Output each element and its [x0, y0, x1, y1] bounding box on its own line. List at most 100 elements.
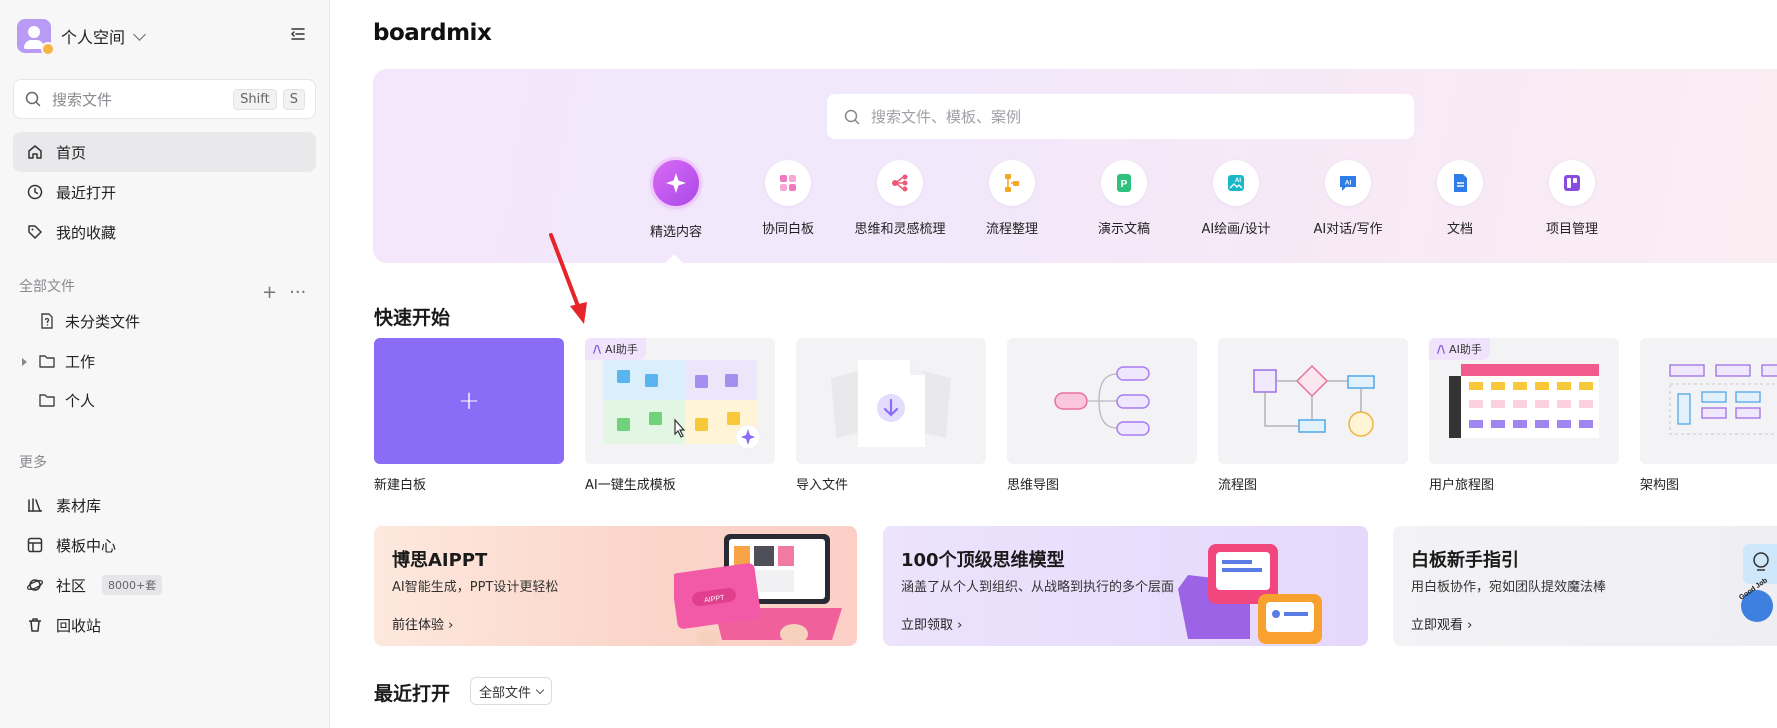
promo-subtitle: 涵盖了从个人到组织、从战略到执行的多个层面: [901, 580, 1175, 595]
folders-illustration: [1178, 544, 1322, 644]
trash-icon: [29, 618, 41, 632]
user-journey-thumb: /\ AI助手: [1429, 338, 1619, 464]
nav-label: 素材库: [56, 496, 102, 515]
ai-chat-icon: AI: [1325, 160, 1371, 206]
nav-label: 最近打开: [56, 183, 117, 202]
community-badge: 8000+套: [102, 575, 163, 595]
chevron-down-icon: [133, 27, 146, 41]
presentation-icon: P: [1101, 160, 1147, 206]
library-icon: [28, 498, 42, 512]
filter-label: 全部文件: [479, 685, 532, 701]
file-question-icon: [41, 313, 53, 329]
mindmap-thumb: [1007, 338, 1197, 464]
nav-label: 模板中心: [56, 536, 117, 555]
card-label: 新建白板: [374, 478, 427, 493]
folder-personal[interactable]: 个人: [38, 384, 95, 416]
architecture-card[interactable]: 架构图: [1640, 338, 1777, 493]
folder-work[interactable]: 工作: [38, 345, 95, 377]
import-file-card[interactable]: 导入文件: [796, 338, 986, 493]
svg-text:AI: AI: [1345, 180, 1352, 187]
tag-icon: [28, 225, 42, 239]
architecture-thumb: [1640, 338, 1777, 464]
nav-label: 回收站: [56, 616, 102, 635]
project-icon: [1549, 160, 1595, 206]
tree-label: 未分类文件: [65, 312, 141, 331]
ai-logo-icon: /\: [1437, 342, 1446, 356]
planet-icon: [26, 579, 44, 591]
nav-home[interactable]: 首页: [13, 132, 316, 172]
flowchart-icon: [989, 160, 1035, 206]
svg-text:P: P: [1121, 179, 1128, 190]
recent-filter-dropdown[interactable]: 全部文件: [470, 677, 553, 705]
category-label: AI绘画/设计: [1201, 222, 1271, 237]
template-icon: [27, 537, 43, 553]
main-search-input[interactable]: 搜索文件、模板、案例: [827, 94, 1414, 139]
card-label: 流程图: [1218, 478, 1258, 493]
category-featured[interactable]: 精选内容: [621, 157, 731, 240]
folder-icon: [39, 394, 55, 407]
all-files-header: 全部文件: [19, 279, 75, 295]
aippt-illustration: AIPPT: [674, 534, 842, 646]
nav-label: 我的收藏: [56, 223, 117, 242]
nav-label: 社区: [56, 576, 87, 595]
promo-link[interactable]: 立即观看 ›: [1411, 614, 1472, 633]
good-job-sticker-icon: Good Job: [1738, 544, 1777, 622]
category-label: 协同白板: [761, 222, 814, 237]
card-label: 导入文件: [796, 478, 849, 493]
svg-text:AI: AI: [1235, 178, 1241, 184]
new-whiteboard-card[interactable]: + 新建白板: [374, 338, 564, 493]
category-project[interactable]: 项目管理: [1517, 160, 1627, 237]
category-ai-paint[interactable]: AI AI绘画/设计: [1181, 160, 1291, 237]
nav-templates[interactable]: 模板中心: [13, 525, 316, 565]
folder-icon: [39, 355, 55, 368]
category-whiteboard[interactable]: 协同白板: [733, 160, 843, 237]
collapse-sidebar-icon[interactable]: [290, 26, 306, 42]
workspace-name: 个人空间: [61, 28, 126, 47]
recent-title: 最近打开: [374, 683, 451, 705]
nav-community[interactable]: 社区 8000+套: [13, 565, 316, 605]
promo-aippt[interactable]: 博思AIPPT AI智能生成，PPT设计更轻松 前往体验 › AIPPT: [374, 526, 857, 646]
category-label: 项目管理: [1545, 222, 1598, 237]
nav-favorites[interactable]: 我的收藏: [13, 212, 316, 252]
ai-assistant-badge: /\ AI助手: [1429, 338, 1490, 360]
whiteboard-icon: [765, 160, 811, 206]
nav-recent[interactable]: 最近打开: [13, 172, 316, 212]
promo-thinking-models[interactable]: 100个顶级思维模型 涵盖了从个人到组织、从战略到执行的多个层面 立即领取 ›: [883, 526, 1368, 646]
category-label: 演示文稿: [1097, 222, 1150, 237]
search-icon: [25, 91, 41, 107]
more-header: 更多: [19, 455, 47, 471]
promo-link-label: 立即领取: [901, 618, 954, 633]
promo-link[interactable]: 立即领取 ›: [901, 614, 962, 633]
ai-assistant-badge: /\ AI助手: [585, 338, 646, 360]
mindmap-card[interactable]: 思维导图: [1007, 338, 1197, 493]
promo-link[interactable]: 前往体验 ›: [392, 614, 453, 633]
ai-tag-label: AI助手: [1449, 343, 1482, 356]
category-presentation[interactable]: P 演示文稿: [1069, 160, 1179, 237]
nav-label: 首页: [56, 143, 87, 162]
category-mindmap[interactable]: 思维和灵感梳理: [845, 160, 955, 237]
more-icon[interactable]: ···: [289, 282, 306, 303]
add-icon[interactable]: +: [262, 282, 277, 303]
promo-title: 白板新手指引: [1411, 550, 1519, 571]
flowchart-card[interactable]: 流程图: [1218, 338, 1408, 493]
card-label: 思维导图: [1007, 478, 1060, 493]
promo-subtitle: 用白板协作，宛如团队提效魔法棒: [1411, 580, 1607, 595]
shortcut-key: Shift: [233, 88, 277, 110]
nav-assets[interactable]: 素材库: [13, 485, 316, 525]
expand-caret-icon[interactable]: [22, 358, 27, 366]
category-flowchart[interactable]: 流程整理: [957, 160, 1067, 237]
quick-start-title: 快速开始: [374, 307, 451, 329]
flowchart-thumb: [1218, 338, 1408, 464]
promo-title: 博思AIPPT: [392, 550, 488, 571]
category-ai-chat[interactable]: AI AI对话/写作: [1293, 160, 1403, 237]
search-input[interactable]: 搜索文件 Shift S: [13, 79, 316, 119]
folder-uncategorized[interactable]: 未分类文件: [38, 305, 140, 337]
category-label: AI对话/写作: [1313, 222, 1383, 237]
category-document[interactable]: 文档: [1405, 160, 1515, 237]
home-icon: [28, 145, 42, 159]
promo-beginner-guide[interactable]: 白板新手指引 用白板协作，宛如团队提效魔法棒 立即观看 › Good Job: [1393, 526, 1777, 646]
nav-trash[interactable]: 回收站: [13, 605, 316, 645]
ai-template-card[interactable]: /\ AI助手 AI一键生成模板: [585, 338, 775, 493]
user-journey-card[interactable]: /\ AI助手 用户旅程图: [1429, 338, 1619, 493]
workspace-switcher[interactable]: 个人空间: [17, 18, 146, 56]
